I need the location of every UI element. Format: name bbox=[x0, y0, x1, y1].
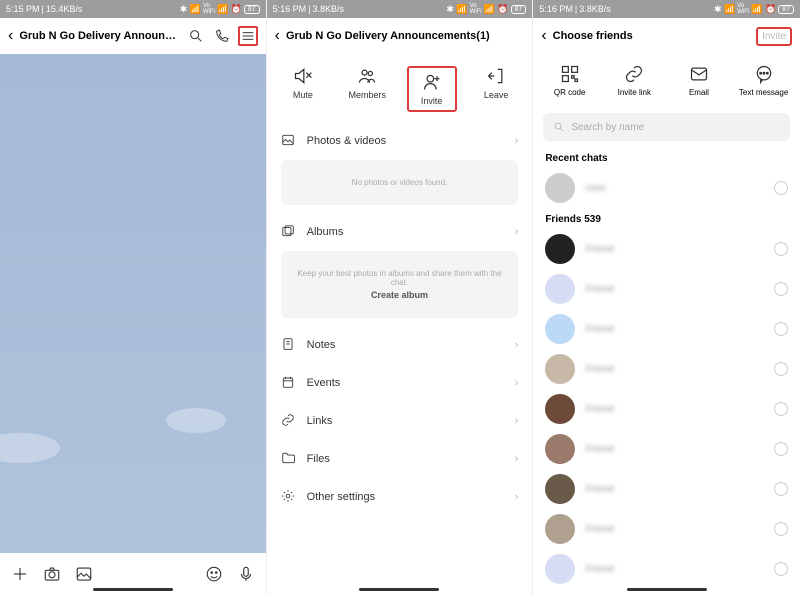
friends-scroll[interactable]: Recent chats User Friends 539 Friend Frie… bbox=[533, 147, 800, 595]
invite-link-button[interactable]: Invite link bbox=[607, 64, 661, 97]
friend-row[interactable]: Friend bbox=[533, 349, 800, 389]
select-radio[interactable] bbox=[774, 562, 788, 576]
friend-name: Friend bbox=[585, 364, 764, 375]
friend-row[interactable]: User bbox=[533, 168, 800, 208]
screen-chat: 5:15 PM | 15.4KB/s ✱ 📶VoWiFi 📶 ⏰ 87 ‹ Gr… bbox=[0, 0, 267, 595]
status-bar: 5:15 PM | 15.4KB/s ✱ 📶VoWiFi 📶 ⏰ 87 bbox=[0, 0, 266, 18]
status-bar: 5:16 PM | 3.8KB/s ✱ 📶VoWiFi 📶 ⏰ 87 bbox=[267, 0, 533, 18]
chat-title: Grub N Go Delivery Announce… (1) bbox=[19, 30, 179, 42]
avatar bbox=[545, 434, 575, 464]
friend-name: Friend bbox=[585, 284, 764, 295]
friend-name: Friend bbox=[585, 444, 764, 455]
avatar bbox=[545, 474, 575, 504]
call-icon[interactable] bbox=[212, 26, 232, 46]
back-icon[interactable]: ‹ bbox=[275, 27, 280, 45]
albums-row[interactable]: Albums› bbox=[281, 213, 519, 251]
invite-button[interactable]: Invite bbox=[407, 66, 457, 112]
status-bar: 5:16 PM | 3.8KB/s ✱ 📶VoWiFi 📶 ⏰ 87 bbox=[533, 0, 800, 18]
select-radio[interactable] bbox=[774, 442, 788, 456]
search-input[interactable]: Search by name bbox=[543, 113, 790, 141]
friend-name: Friend bbox=[585, 564, 764, 575]
avatar bbox=[545, 514, 575, 544]
avatar bbox=[545, 234, 575, 264]
chat-background bbox=[0, 54, 266, 553]
screen-settings: 5:16 PM | 3.8KB/s ✱ 📶VoWiFi 📶 ⏰ 87 ‹ Gru… bbox=[267, 0, 534, 595]
avatar bbox=[545, 354, 575, 384]
home-indicator bbox=[627, 588, 707, 591]
menu-icon[interactable] bbox=[238, 26, 258, 46]
friend-name: Friend bbox=[585, 404, 764, 415]
select-radio[interactable] bbox=[774, 482, 788, 496]
friends-header: Friends 539 bbox=[533, 208, 800, 229]
back-icon[interactable]: ‹ bbox=[541, 27, 546, 45]
friend-name: Friend bbox=[585, 244, 764, 255]
friend-row[interactable]: Friend bbox=[533, 389, 800, 429]
screen-choose-friends: 5:16 PM | 3.8KB/s ✱ 📶VoWiFi 📶 ⏰ 87 ‹ Cho… bbox=[533, 0, 800, 595]
plus-icon[interactable] bbox=[10, 564, 30, 584]
search-icon[interactable] bbox=[186, 26, 206, 46]
friend-row[interactable]: Friend bbox=[533, 309, 800, 349]
avatar bbox=[545, 554, 575, 584]
leave-button[interactable]: Leave bbox=[471, 66, 521, 112]
home-indicator bbox=[93, 588, 173, 591]
mic-icon[interactable] bbox=[236, 564, 256, 584]
qr-code-button[interactable]: QR code bbox=[543, 64, 597, 97]
avatar bbox=[545, 173, 575, 203]
friend-row[interactable]: Friend bbox=[533, 469, 800, 509]
email-button[interactable]: Email bbox=[672, 64, 726, 97]
other-settings-row[interactable]: Other settings› bbox=[281, 478, 519, 516]
friend-row[interactable]: Friend bbox=[533, 429, 800, 469]
friend-row[interactable]: Friend bbox=[533, 269, 800, 309]
settings-header: ‹ Grub N Go Delivery Announcements(1) bbox=[267, 18, 533, 54]
home-indicator bbox=[359, 588, 439, 591]
settings-title: Grub N Go Delivery Announcements(1) bbox=[286, 30, 524, 42]
camera-icon[interactable] bbox=[42, 564, 62, 584]
settings-list: Photos & videos› No photos or videos fou… bbox=[267, 122, 533, 595]
select-radio[interactable] bbox=[774, 362, 788, 376]
avatar bbox=[545, 274, 575, 304]
gallery-icon[interactable] bbox=[74, 564, 94, 584]
select-radio[interactable] bbox=[774, 282, 788, 296]
avatar bbox=[545, 314, 575, 344]
photos-row[interactable]: Photos & videos› bbox=[281, 122, 519, 160]
friend-name: User bbox=[585, 183, 764, 194]
choose-header: ‹ Choose friends Invite bbox=[533, 18, 800, 54]
friend-row[interactable]: Friend bbox=[533, 549, 800, 589]
choose-title: Choose friends bbox=[553, 30, 750, 42]
friend-name: Friend bbox=[585, 524, 764, 535]
members-button[interactable]: Members bbox=[342, 66, 392, 112]
text-message-button[interactable]: Text message bbox=[737, 64, 791, 97]
action-row: Mute Members Invite Leave bbox=[267, 54, 533, 122]
select-radio[interactable] bbox=[774, 242, 788, 256]
select-radio[interactable] bbox=[774, 181, 788, 195]
mute-button[interactable]: Mute bbox=[278, 66, 328, 112]
links-row[interactable]: Links› bbox=[281, 402, 519, 440]
select-radio[interactable] bbox=[774, 322, 788, 336]
friend-name: Friend bbox=[585, 484, 764, 495]
share-actions: QR code Invite link Email Text message bbox=[533, 54, 800, 107]
chat-header: ‹ Grub N Go Delivery Announce… (1) bbox=[0, 18, 266, 54]
friend-row[interactable]: Friend bbox=[533, 509, 800, 549]
notes-row[interactable]: Notes› bbox=[281, 326, 519, 364]
invite-submit-button[interactable]: Invite bbox=[756, 27, 792, 46]
files-row[interactable]: Files› bbox=[281, 440, 519, 478]
select-radio[interactable] bbox=[774, 402, 788, 416]
albums-empty[interactable]: Keep your best photos in albums and shar… bbox=[281, 251, 519, 318]
photos-empty: No photos or videos found. bbox=[281, 160, 519, 205]
emoji-icon[interactable] bbox=[204, 564, 224, 584]
friend-row[interactable]: Friend bbox=[533, 229, 800, 269]
recent-chats-header: Recent chats bbox=[533, 147, 800, 168]
back-icon[interactable]: ‹ bbox=[8, 27, 13, 45]
friend-name: Friend bbox=[585, 324, 764, 335]
avatar bbox=[545, 394, 575, 424]
select-radio[interactable] bbox=[774, 522, 788, 536]
events-row[interactable]: Events› bbox=[281, 364, 519, 402]
